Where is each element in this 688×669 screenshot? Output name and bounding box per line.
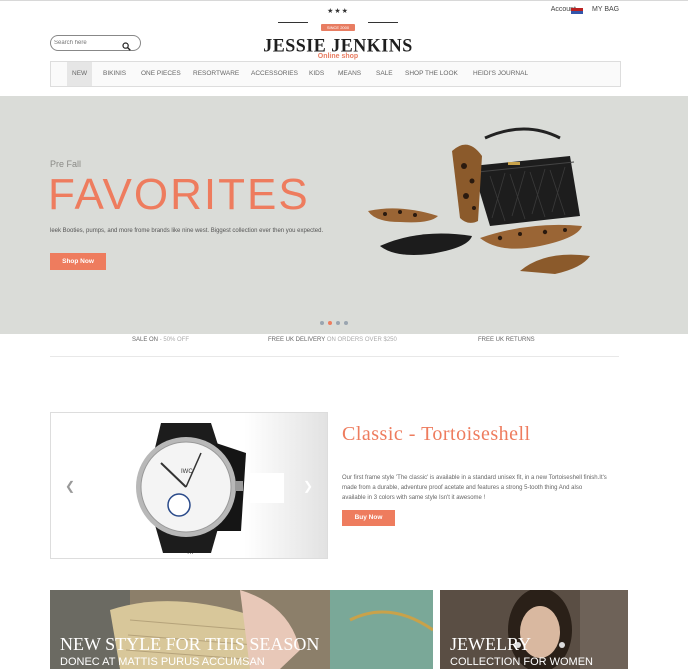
nav-item-resortware[interactable]: RESORTWARE	[193, 62, 239, 86]
slider-dot-2-active[interactable]	[328, 321, 332, 325]
section-divider	[50, 356, 619, 357]
sale-notice: SALE ON - 50% OFF	[132, 337, 189, 343]
nav-item-new[interactable]: NEW	[67, 62, 93, 86]
nav-item-kids[interactable]: KIDS	[309, 62, 324, 86]
logo-ribbon: SINCE 2000	[320, 24, 356, 31]
hero-text: leek Booties, pumps, and more frome bran…	[50, 228, 324, 234]
nav-item-sale[interactable]: SALE	[376, 62, 393, 86]
product-title: Classic - Tortoiseshell	[342, 423, 531, 445]
returns-notice: FREE UK RETURNS	[478, 337, 535, 343]
search-box	[50, 35, 141, 51]
nav-item-accessories[interactable]: ACCESSORIES	[251, 62, 298, 86]
sale-value: - 50% OFF	[159, 337, 190, 343]
banner-jewelry-subtitle: COLLECTION FOR WOMEN	[450, 656, 594, 668]
banner-new-style-title: NEW STYLE FOR THIS SEASON	[60, 634, 320, 654]
slider-pager[interactable]: ...	[187, 547, 194, 556]
product-image-slider: IWC ❮ ❯ ...	[50, 412, 328, 559]
delivery-notice: FREE UK DELIVERY ON ORDERS OVER $250	[268, 337, 397, 343]
nav-item-heidis-journal[interactable]: HEIDI'S JOURNAL	[473, 62, 528, 86]
top-border	[0, 0, 688, 1]
delivery-condition: ON ORDERS OVER $250	[326, 337, 397, 343]
slider-dot-1[interactable]	[320, 321, 324, 325]
buy-now-button[interactable]: Buy Now	[342, 510, 395, 526]
search-input[interactable]	[54, 37, 116, 48]
delivery-label: FREE UK DELIVERY	[268, 337, 326, 343]
banner-new-style-subtitle: DONEC AT MATTIS PURUS ACCUMSAN	[60, 656, 265, 668]
hero-title: FAVORITES	[48, 170, 310, 219]
hero-product-image	[368, 127, 590, 274]
my-bag-link[interactable]: MY BAG	[592, 6, 619, 13]
svg-text:IWC: IWC	[181, 469, 193, 475]
logo-stars: ★★★	[327, 8, 349, 15]
prev-arrow-icon[interactable]: ❮	[65, 479, 75, 493]
nav-item-shop-the-look[interactable]: SHOP THE LOOK	[405, 62, 458, 86]
logo-divider	[278, 22, 308, 23]
nav-item-bikinis[interactable]: BIKINIS	[103, 62, 126, 86]
sale-label: SALE ON	[132, 337, 159, 343]
main-nav: NEW BIKINIS ONE PIECES RESORTWARE ACCESS…	[50, 61, 621, 87]
nav-item-one-pieces[interactable]: ONE PIECES	[141, 62, 181, 86]
next-arrow-icon[interactable]: ❯	[303, 479, 313, 493]
us-flag-icon[interactable]	[571, 8, 583, 14]
site-logo[interactable]: ★★★ SINCE 2000 JESSIE JENKINS Online sho…	[258, 8, 418, 60]
banner-jewelry-title: JEWELRY	[450, 634, 531, 654]
logo-divider	[368, 22, 398, 23]
search-icon[interactable]	[122, 38, 131, 56]
hero-kicker: Pre Fall	[50, 159, 82, 169]
hero-slider: Pre Fall FAVORITES leek Booties, pumps, …	[0, 96, 688, 334]
slider-dot-3[interactable]	[336, 321, 340, 325]
product-description: Our first frame style 'The classic' is a…	[342, 475, 607, 501]
nav-item-means[interactable]: MEANS	[338, 62, 361, 86]
banner-new-style[interactable]: NEW STYLE FOR THIS SEASON DONEC AT MATTI…	[50, 590, 433, 669]
logo-wordmark: JESSIE JENKINS	[263, 34, 413, 56]
watch-image: IWC	[136, 423, 284, 553]
shop-now-button[interactable]: Shop Now	[50, 253, 106, 270]
banner-jewelry[interactable]: JEWELRY COLLECTION FOR WOMEN	[440, 590, 628, 669]
slider-dot-4[interactable]	[344, 321, 348, 325]
